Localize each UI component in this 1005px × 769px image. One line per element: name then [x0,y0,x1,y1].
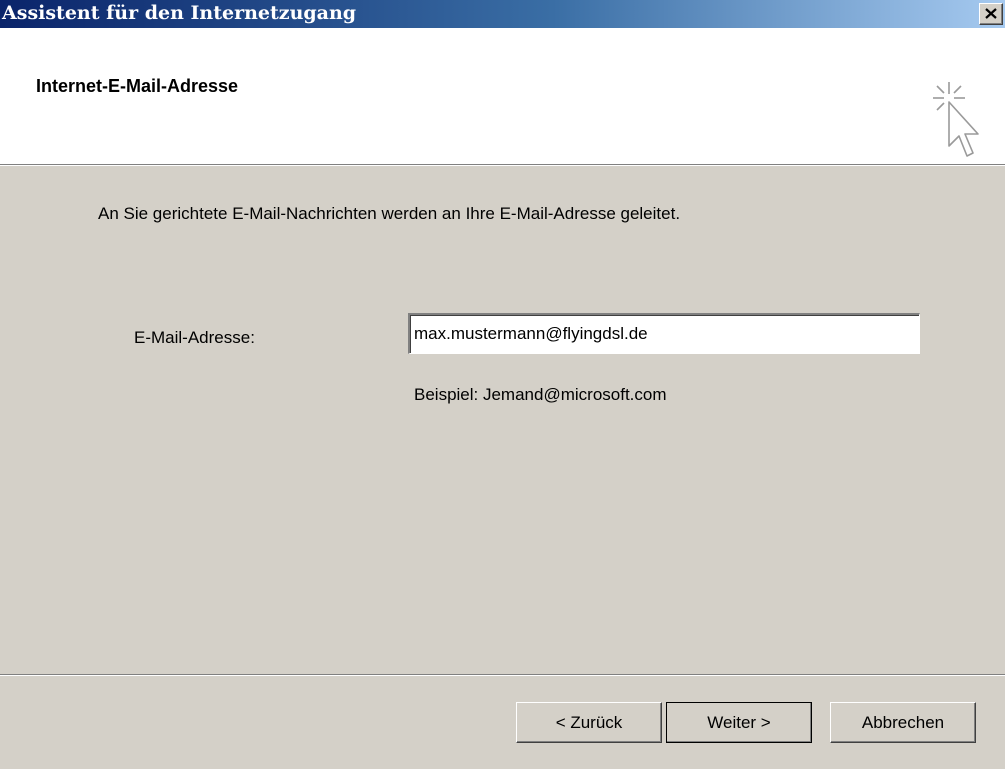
footer-separator [0,674,1005,676]
close-icon [985,8,997,19]
wizard-window: Assistent für den Internetzugang Interne… [0,0,1005,769]
wizard-header: Internet-E-Mail-Adresse [0,28,1005,164]
email-field[interactable] [408,313,920,354]
header-separator [0,164,1005,166]
email-label: E-Mail-Adresse: [134,328,255,347]
intro-text: An Sie gerichtete E-Mail-Nachrichten wer… [98,204,681,223]
wizard-cursor-icon [933,82,979,157]
back-button[interactable]: < Zurück [516,702,662,743]
example-text: Beispiel: Jemand@microsoft.com [414,385,667,404]
page-title: Internet-E-Mail-Adresse [36,76,239,96]
title-bar[interactable]: Assistent für den Internetzugang [0,0,1005,28]
window-title: Assistent für den Internetzugang [2,2,357,24]
next-button[interactable]: Weiter > [666,702,812,743]
close-button[interactable] [979,3,1003,25]
cancel-button[interactable]: Abbrechen [830,702,976,743]
